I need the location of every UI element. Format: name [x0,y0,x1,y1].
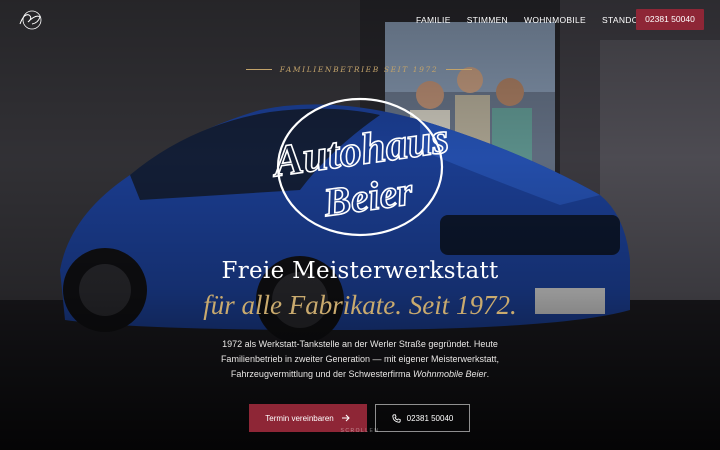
tagline-rule-left [245,68,272,70]
hero-tagline: FAMILIENBETRIEB SEIT 1972 [244,64,474,74]
nav-item-wohnmobile[interactable]: WOHNMOBILE [516,14,594,26]
scroll-hint[interactable]: SCROLLEN [0,428,720,434]
appointment-button-label: Termin vereinbaren [265,413,334,423]
call-button-label: 02381 50040 [406,413,454,423]
tagline-rule-right [446,68,473,70]
hero-logo: Autohaus Beier [267,97,452,237]
hero-headline: Freie Meisterwerkstatt [221,258,499,284]
nav-item-stimmen[interactable]: STIMMEN [459,14,516,26]
main-nav: FAMILIE STIMMEN WOHNMOBILE STANDORT [408,14,658,26]
tagline-text: FAMILIENBETRIEB SEIT 1972 [279,64,439,74]
hero-description-brand[interactable]: Wohnmobile Beier [413,369,487,379]
hero-subheadline: für alle Fabrikate. Seit 1972. [203,290,517,320]
arrow-right-icon [341,414,350,422]
phone-icon [391,413,401,423]
hero-description-end: . [486,369,490,379]
hero-description: 1972 als Werkstatt-Tankstelle an der Wer… [200,337,520,382]
nav-phone-button[interactable]: 02381 50040 [636,9,704,30]
brand-logo[interactable] [16,9,46,31]
nav-item-familie[interactable]: FAMILIE [408,14,459,26]
